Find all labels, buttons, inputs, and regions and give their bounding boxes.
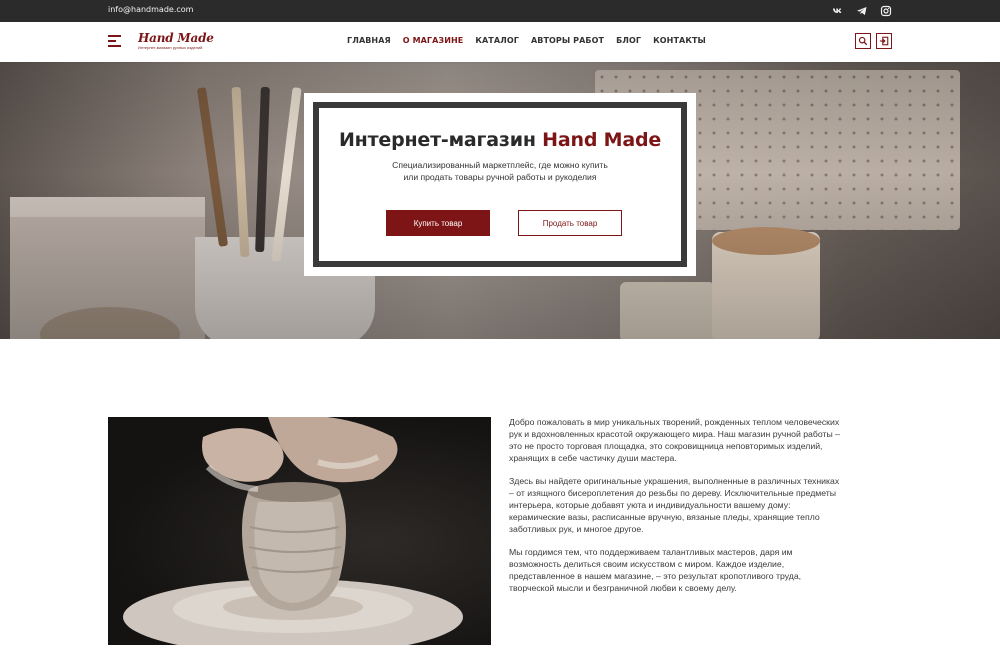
buy-button[interactable]: Купить товар [386, 210, 490, 236]
sell-button[interactable]: Продать товар [518, 210, 622, 236]
hero-banner: Интернет-магазин Hand Made Специализиров… [0, 62, 1000, 339]
pottery-photo [108, 417, 491, 645]
main-nav: ГЛАВНАЯ О МАГАЗИНЕ КАТАЛОГ АВТОРЫ РАБОТ … [347, 36, 718, 45]
nav-item-contacts[interactable]: КОНТАКТЫ [653, 36, 706, 45]
menu-icon[interactable] [108, 35, 121, 47]
logo-text: Hand Made [138, 31, 214, 45]
login-button[interactable] [876, 33, 892, 49]
telegram-icon[interactable] [856, 5, 868, 17]
hero-subtitle: Специализированный маркетплейс, где можн… [392, 160, 608, 182]
nav-item-home[interactable]: ГЛАВНАЯ [347, 36, 391, 45]
logo[interactable]: Hand Made Интернет-магазин ручных издели… [138, 32, 214, 50]
hero-title-accent: Hand Made [542, 129, 662, 151]
nav-item-authors[interactable]: АВТОРЫ РАБОТ [531, 36, 604, 45]
about-paragraph-3: Мы гордимся тем, что поддерживаем талант… [509, 546, 802, 593]
site-header: Hand Made Интернет-магазин ручных издели… [0, 22, 1000, 62]
hero-card: Интернет-магазин Hand Made Специализиров… [304, 93, 696, 276]
vk-icon[interactable] [832, 5, 844, 17]
nav-item-catalog[interactable]: КАТАЛОГ [475, 36, 519, 45]
contact-email[interactable]: info@handmade.com [108, 5, 193, 14]
about-text: Добро пожаловать в мир уникальных творен… [509, 417, 844, 606]
login-icon [879, 36, 889, 46]
hero-title: Интернет-магазин Hand Made [338, 129, 662, 151]
logo-tagline: Интернет-магазин ручных изделий [138, 45, 203, 50]
about-paragraph-2: Здесь вы найдете оригинальные украшения,… [509, 476, 840, 534]
search-button[interactable] [855, 33, 871, 49]
social-links [832, 5, 892, 17]
top-bar: info@handmade.com [0, 0, 1000, 22]
nav-item-about[interactable]: О МАГАЗИНЕ [403, 36, 464, 45]
search-icon [858, 36, 868, 46]
instagram-icon[interactable] [880, 5, 892, 17]
nav-item-blog[interactable]: БЛОГ [616, 36, 641, 45]
about-paragraph-1: Добро пожаловать в мир уникальных творен… [509, 417, 840, 463]
